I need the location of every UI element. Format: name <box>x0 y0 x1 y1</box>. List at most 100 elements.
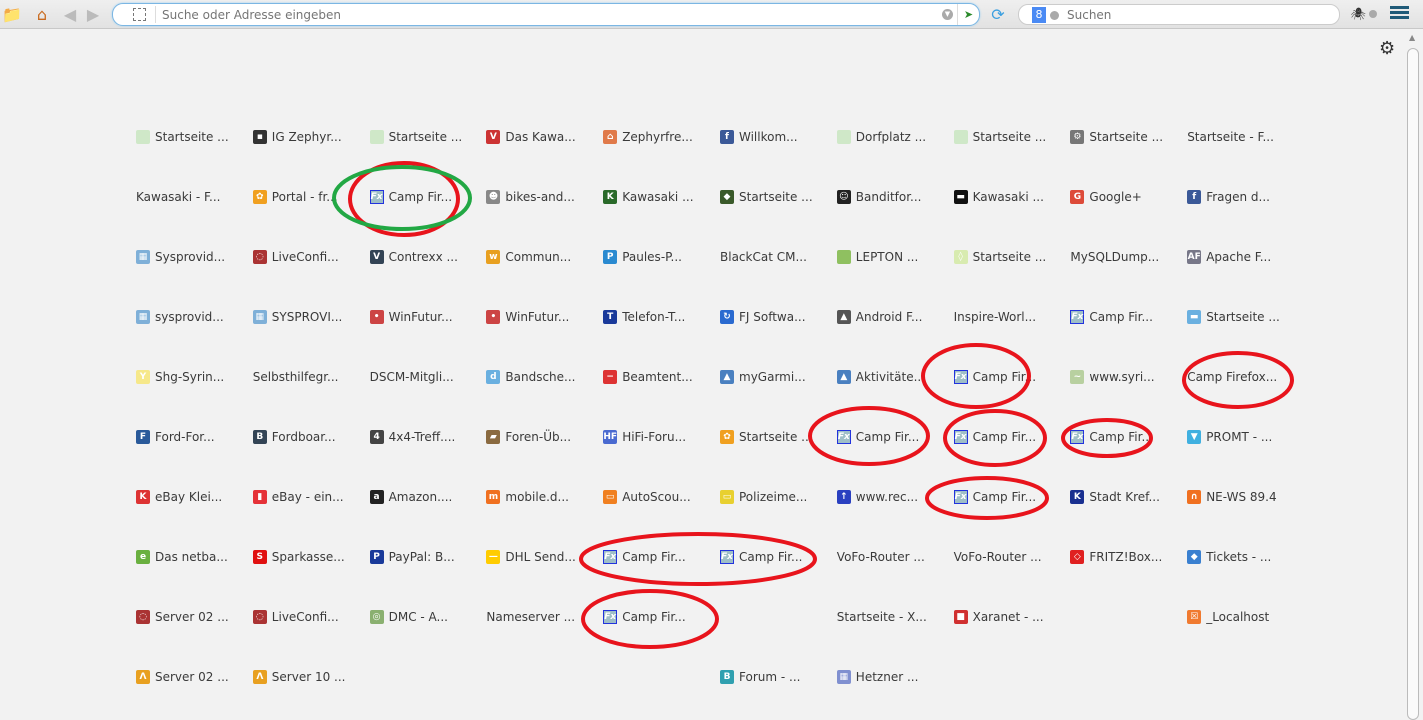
tile-link[interactable]: K Kawasaki ... <box>603 188 694 206</box>
tile-link[interactable]: ▬ Kawasaki ... <box>953 188 1044 206</box>
tile-link[interactable]: VoFo-Router ... <box>954 548 1042 566</box>
tile-link[interactable]: ~ www.syri... <box>1070 368 1155 386</box>
tile-link[interactable]: ▰ Foren-Üb... <box>486 428 571 446</box>
tile-link[interactable]: ↻ FJ Softwa... <box>720 308 806 326</box>
search-input[interactable] <box>1067 7 1327 22</box>
tile-link[interactable]: ∩ NE-WS 89.4 <box>1187 488 1277 506</box>
tile-link[interactable]: ▭ Polizeime... <box>720 488 807 506</box>
menu-hamburger-icon[interactable] <box>1390 6 1409 22</box>
tile-link[interactable]: Fx Camp Fir... <box>953 428 1036 446</box>
tile-link[interactable]: B Forum - ... <box>720 668 800 686</box>
tile-link[interactable]: ↑ www.rec... <box>836 488 918 506</box>
tile-link[interactable]: Startseite - X... <box>837 608 927 626</box>
tile-link[interactable]: • WinFutur... <box>369 308 453 326</box>
scroll-up-arrow-icon[interactable]: ▲ <box>1409 33 1415 42</box>
tile-link[interactable]: ◆ Tickets - ... <box>1187 548 1271 566</box>
tile-link[interactable]: Selbsthilfegr... <box>253 368 339 386</box>
tile-link[interactable]: BlackCat CM... <box>720 248 807 266</box>
tile-link[interactable]: — DHL Send... <box>486 548 576 566</box>
tile-link[interactable]: ✿ Portal - fr... <box>252 188 338 206</box>
tile-link[interactable]: • WinFutur... <box>486 308 569 326</box>
tile-link[interactable]: HF HiFi-Foru... <box>603 428 686 446</box>
tile-link[interactable]: Fx Camp Fir... <box>603 608 686 626</box>
tile-link[interactable]: e Das netba... <box>136 548 228 566</box>
tile-link[interactable]: Λ Server 02 ... <box>136 668 229 686</box>
tile-link[interactable]: ▭ AutoScou... <box>603 488 691 506</box>
tile-link[interactable]: ✿ Startseite ... <box>720 428 813 446</box>
tile-link[interactable]: Startseite ... <box>369 128 462 146</box>
search-bar[interactable]: 8 <box>1018 4 1340 25</box>
tile-link[interactable]: ▪ IG Zephyr... <box>252 128 342 146</box>
tile-link[interactable]: F Ford-For... <box>136 428 215 446</box>
tile-link[interactable]: ▮ eBay - ein... <box>252 488 344 506</box>
tile-link[interactable]: ◎ DMC - A... <box>369 608 448 626</box>
tile-link[interactable]: Fx Camp Fir... <box>720 548 803 566</box>
tile-link[interactable]: ▦ Sysprovid... <box>136 248 225 266</box>
tile-link[interactable]: ▲ myGarmi... <box>720 368 806 386</box>
tile-link[interactable]: 4 4x4-Treff.... <box>369 428 455 446</box>
newtab-settings-gear-icon[interactable]: ⚙ <box>1379 38 1395 59</box>
tile-link[interactable]: ◌ Server 02 ... <box>136 608 229 626</box>
tile-link[interactable]: ▦ sysprovid... <box>136 308 224 326</box>
tile-link[interactable]: Startseite ... <box>953 128 1046 146</box>
reload-icon[interactable]: ⟳ <box>988 4 1008 24</box>
tile-link[interactable]: Fx Camp Fir... <box>953 488 1036 506</box>
tile-link[interactable]: V Contrexx ... <box>369 248 458 266</box>
tile-link[interactable]: Λ Server 10 ... <box>252 668 346 686</box>
tile-link[interactable]: ▼ PROMT - ... <box>1187 428 1272 446</box>
tile-link[interactable]: Camp Firefox... <box>1187 368 1277 386</box>
tile-link[interactable]: ☒ _Localhost <box>1187 608 1269 626</box>
tile-link[interactable]: VoFo-Router ... <box>837 548 925 566</box>
forward-icon[interactable]: ▶ <box>83 4 103 24</box>
tile-link[interactable]: V Das Kawa... <box>486 128 576 146</box>
tile-link[interactable]: Fx Camp Fir... <box>369 188 452 206</box>
vertical-scrollbar[interactable]: ▲ <box>1405 30 1423 720</box>
bookmarks-folder-icon[interactable]: 📁 <box>2 4 22 24</box>
tile-link[interactable]: Fx Camp Fir... <box>953 368 1036 386</box>
tile-link[interactable]: ▲ Aktivitäte... <box>836 368 925 386</box>
go-arrow-icon[interactable]: ➤ <box>957 4 979 25</box>
tile-link[interactable]: KeBay Klei... <box>136 488 222 506</box>
tile-link[interactable]: Inspire-Worl... <box>954 308 1036 326</box>
tile-link[interactable]: d Bandsche... <box>486 368 575 386</box>
tile-link[interactable]: f Fragen d... <box>1187 188 1270 206</box>
tile-link[interactable]: ◊ Startseite ... <box>953 248 1046 266</box>
tile-link[interactable]: LEPTON ... <box>836 248 918 266</box>
tile-link[interactable]: ⌂ Zephyrfre... <box>603 128 693 146</box>
tile-link[interactable]: ⚙ Startseite ... <box>1070 128 1163 146</box>
tile-link[interactable]: ■ Xaranet - ... <box>953 608 1044 626</box>
tile-link[interactable]: Fx Camp Fir... <box>603 548 686 566</box>
tile-link[interactable]: ◌ LiveConfi... <box>252 608 339 626</box>
tile-link[interactable]: Nameserver ... <box>486 608 575 626</box>
tile-link[interactable]: MySQLDump... <box>1070 248 1159 266</box>
address-input[interactable] <box>162 6 922 23</box>
tile-link[interactable]: − Beamtent... <box>603 368 693 386</box>
tile-link[interactable]: S Sparkasse... <box>252 548 345 566</box>
site-identity-icon[interactable] <box>133 8 146 21</box>
tile-link[interactable]: ☺ Banditfor... <box>836 188 922 206</box>
tile-link[interactable]: DSCM-Mitgli... <box>370 368 454 386</box>
tile-link[interactable]: m mobile.d... <box>486 488 569 506</box>
tile-link[interactable]: ▦ Hetzner ... <box>836 668 918 686</box>
tile-link[interactable]: ▬ Startseite ... <box>1187 308 1280 326</box>
addon-bug-icon[interactable]: 🕷 <box>1348 4 1368 24</box>
tile-link[interactable]: ☻ bikes-and... <box>486 188 575 206</box>
tile-link[interactable]: ◇ FRITZ!Box... <box>1070 548 1162 566</box>
tile-link[interactable]: T Telefon-T... <box>603 308 685 326</box>
tile-link[interactable]: K Stadt Kref... <box>1070 488 1160 506</box>
tile-link[interactable]: Y Shg-Syrin... <box>136 368 224 386</box>
tile-link[interactable]: Dorfplatz ... <box>836 128 926 146</box>
tile-link[interactable]: ◆ Startseite ... <box>720 188 813 206</box>
tile-link[interactable]: ◌ LiveConfi... <box>252 248 339 266</box>
home-icon[interactable]: ⌂ <box>32 4 52 24</box>
addon-dropdown-icon[interactable] <box>1369 10 1377 18</box>
address-bar[interactable]: ▼ ➤ <box>112 3 980 26</box>
engine-dropdown-icon[interactable] <box>1050 11 1059 20</box>
tile-link[interactable]: ▦ SYSPROVI... <box>252 308 342 326</box>
tile-link[interactable]: Fx Camp Fir... <box>1070 308 1153 326</box>
tile-link[interactable]: w Commun... <box>486 248 571 266</box>
tile-link[interactable]: f Willkom... <box>720 128 798 146</box>
history-dropdown-icon[interactable]: ▼ <box>942 9 953 20</box>
tile-link[interactable]: P Paules-P... <box>603 248 682 266</box>
tile-link[interactable]: G Google+ <box>1070 188 1142 206</box>
